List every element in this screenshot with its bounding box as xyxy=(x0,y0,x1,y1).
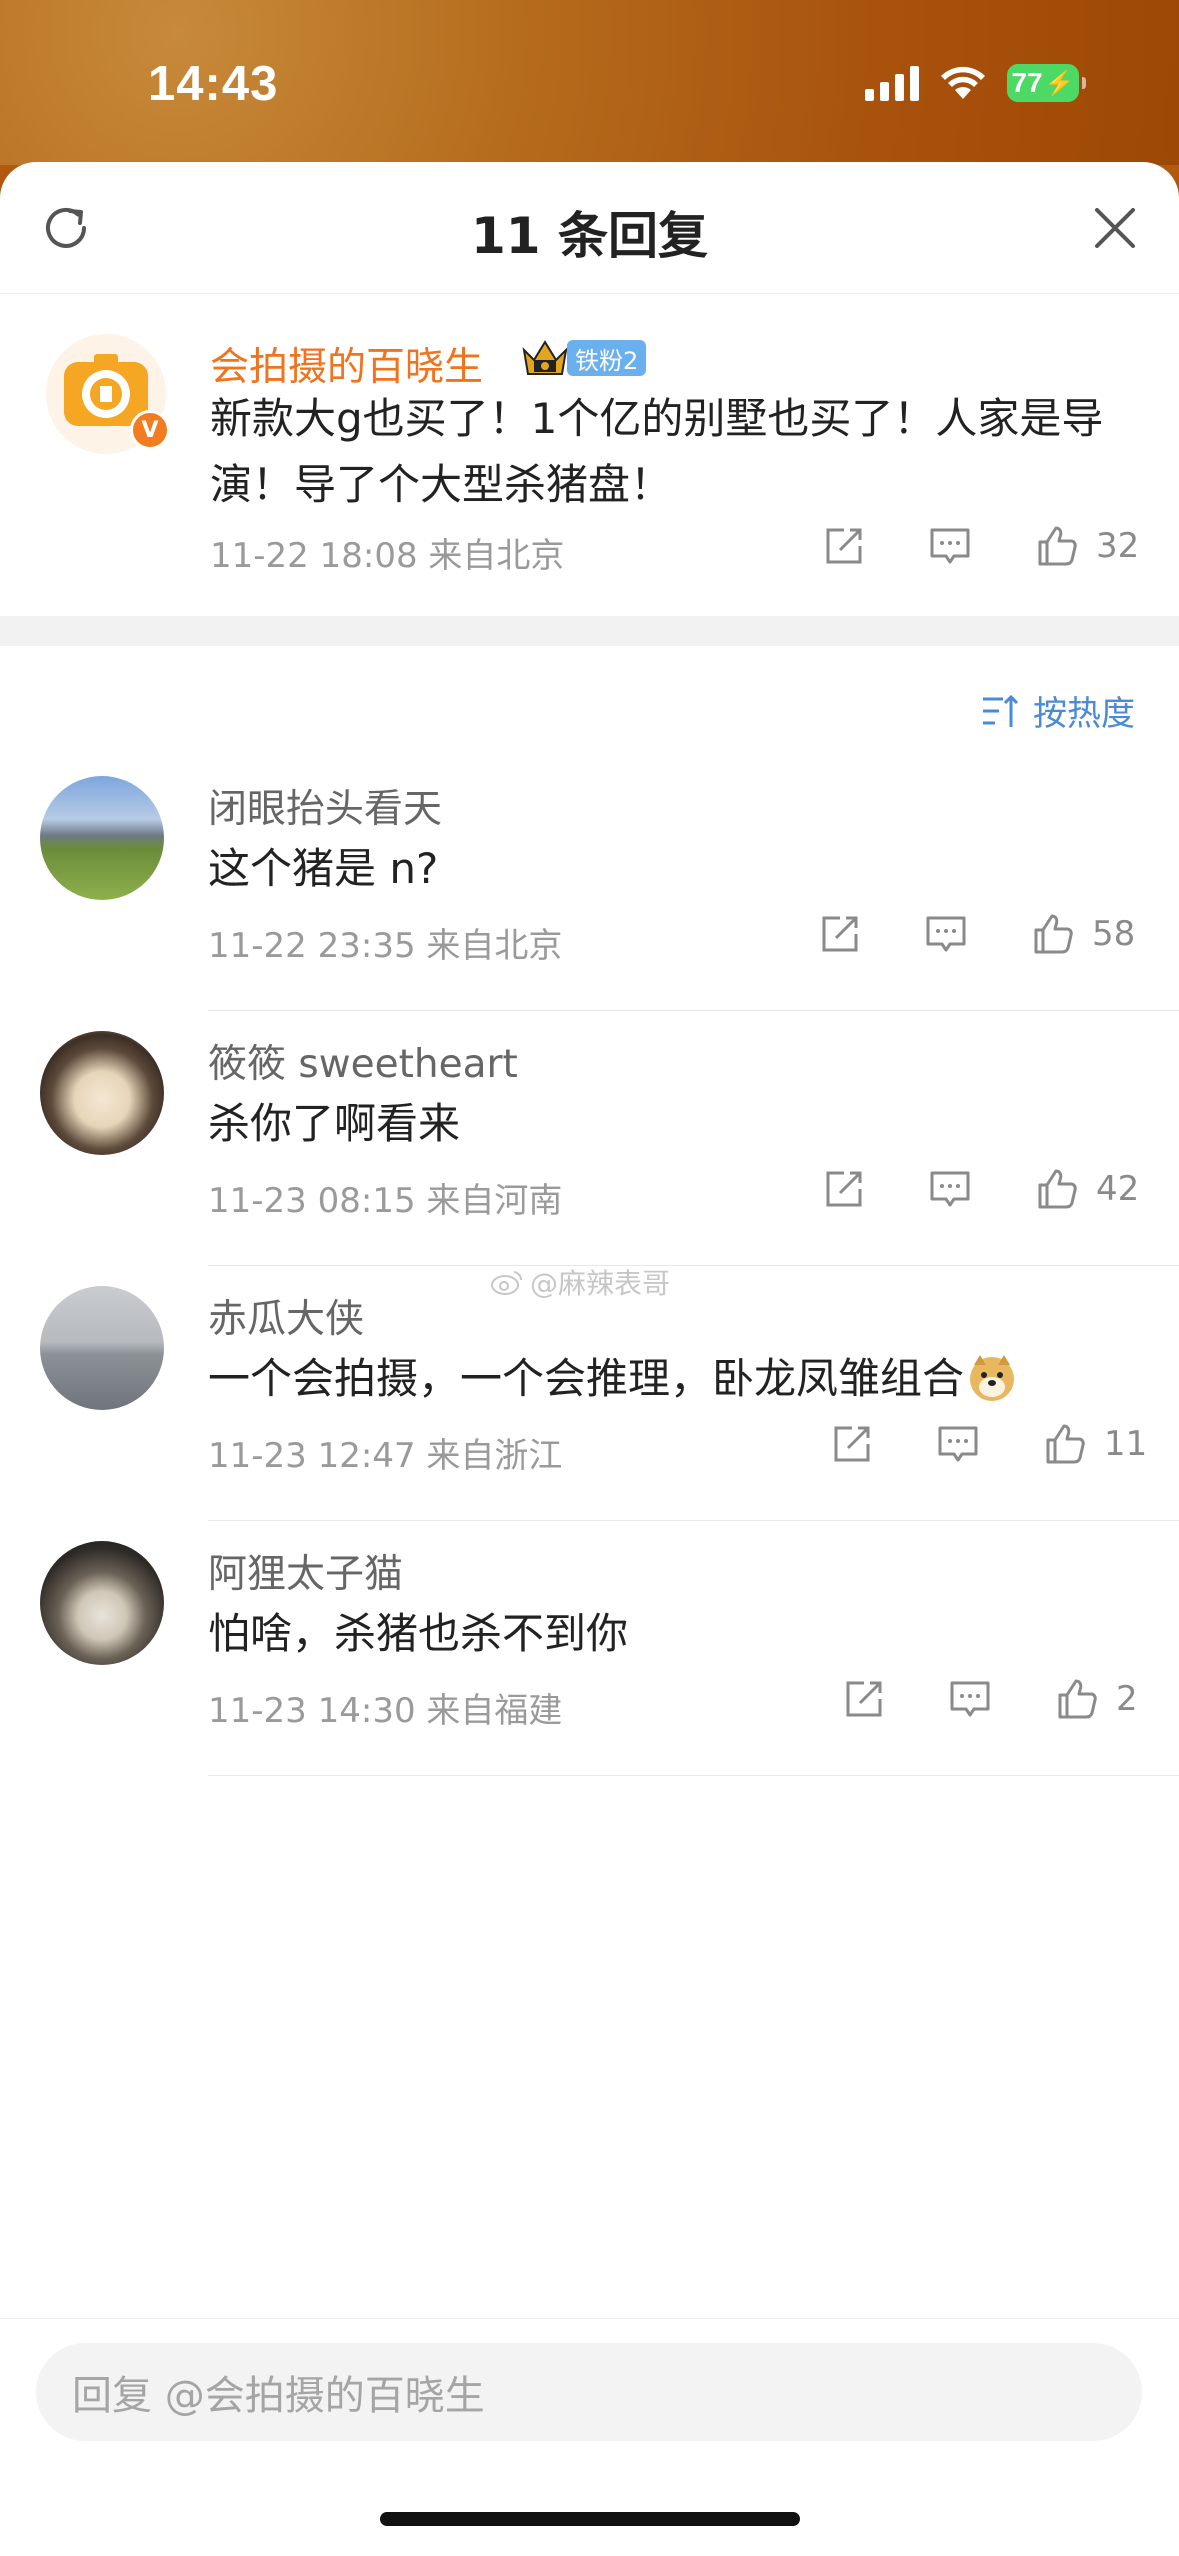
weibo-logo-icon xyxy=(491,1271,523,1295)
fan-badge: 铁粉2 xyxy=(567,340,647,376)
reply-actions: 42 xyxy=(822,1167,1139,1211)
comment-username[interactable]: 会拍摄的百晓生 xyxy=(210,336,483,392)
avatar[interactable] xyxy=(40,1286,164,1410)
comment-icon[interactable] xyxy=(948,1677,992,1721)
wifi-icon xyxy=(941,66,985,99)
like-count: 11 xyxy=(1104,1424,1148,1464)
reply-meta: 11-23 12:47 来自浙江 xyxy=(208,1436,563,1476)
status-icons: 77 ⚡ xyxy=(865,64,1086,102)
like-count: 2 xyxy=(1116,1679,1138,1719)
crown-icon xyxy=(522,340,568,375)
comment-icon[interactable] xyxy=(928,1167,972,1211)
reply-text: 怕啥，杀猪也杀不到你 xyxy=(208,1609,629,1658)
like-icon[interactable] xyxy=(1030,912,1074,956)
divider xyxy=(208,1775,1179,1776)
list-item: 赤瓜大侠 一个会拍摄，一个会推理，卧龙凤雏组合 11-23 12:47 来自浙江… xyxy=(0,1266,1179,1521)
battery-level: 77 xyxy=(1011,67,1043,98)
share-icon[interactable] xyxy=(822,1167,866,1211)
verified-badge-icon: V xyxy=(130,410,170,450)
replies-sheet: 11 条回复 V 会拍摄的百晓生 铁粉2 新款大g也买了！1个亿的别墅也买了！人… xyxy=(0,162,1179,2556)
reply-text: 这个猪是 n? xyxy=(208,844,439,893)
reply-username[interactable]: 筱筱 sweetheart xyxy=(208,1033,518,1089)
like-icon[interactable] xyxy=(1034,1167,1078,1211)
sort-icon xyxy=(983,694,1019,727)
comment-actions: 32 xyxy=(822,524,1139,568)
reply-text-content: 一个会拍摄，一个会推理，卧龙凤雏组合 xyxy=(208,1354,965,1403)
reply-text: 一个会拍摄，一个会推理，卧龙凤雏组合 xyxy=(208,1346,1148,1412)
reply-actions: 58 xyxy=(818,912,1135,956)
sheet-title: 11 条回复 xyxy=(471,207,708,265)
share-icon[interactable] xyxy=(822,524,866,568)
sheet-header: 11 条回复 xyxy=(0,162,1179,294)
sort-toggle[interactable]: 按热度 xyxy=(981,686,1135,735)
sort-label: 按热度 xyxy=(1033,694,1135,734)
section-divider xyxy=(0,616,1179,646)
charging-bolt-icon: ⚡ xyxy=(1044,69,1075,97)
reply-input[interactable]: 回复 @会拍摄的百晓生 xyxy=(36,2343,1142,2441)
reply-username[interactable]: 赤瓜大侠 xyxy=(208,1288,364,1344)
avatar[interactable] xyxy=(40,1541,164,1665)
status-bar: 14:43 77 ⚡ xyxy=(0,0,1179,165)
share-icon[interactable] xyxy=(842,1677,886,1721)
like-icon[interactable] xyxy=(1054,1677,1098,1721)
reply-meta: 11-23 08:15 来自河南 xyxy=(208,1181,563,1221)
reply-meta: 11-23 14:30 来自福建 xyxy=(208,1691,563,1731)
avatar[interactable] xyxy=(40,1031,164,1155)
comment-text: 新款大g也买了！1个亿的别墅也买了！人家是导演！导了个大型杀猪盘！ xyxy=(210,394,1104,509)
reply-username[interactable]: 阿狸太子猫 xyxy=(208,1543,403,1599)
like-count: 42 xyxy=(1096,1169,1140,1209)
watermark: @麻辣表哥 xyxy=(490,1262,670,1302)
like-count: 58 xyxy=(1092,914,1136,954)
close-icon[interactable] xyxy=(1091,204,1139,252)
home-indicator xyxy=(380,2512,800,2526)
battery-icon: 77 ⚡ xyxy=(1007,64,1086,102)
doge-emoji-icon xyxy=(970,1355,1015,1401)
like-icon[interactable] xyxy=(1034,524,1078,568)
like-icon[interactable] xyxy=(1042,1422,1086,1466)
comment-icon[interactable] xyxy=(936,1422,980,1466)
status-time: 14:43 xyxy=(148,57,279,111)
comment-icon[interactable] xyxy=(928,524,972,568)
main-comment: V 会拍摄的百晓生 铁粉2 新款大g也买了！1个亿的别墅也买了！人家是导演！导了… xyxy=(0,294,1179,616)
like-count: 32 xyxy=(1096,526,1140,566)
list-item: 闭眼抬头看天 这个猪是 n? 11-22 23:35 来自北京 58 xyxy=(0,756,1179,1011)
reply-actions: 2 xyxy=(842,1677,1138,1721)
reply-actions: 11 xyxy=(830,1422,1147,1466)
cellular-signal-icon xyxy=(865,65,919,101)
reply-text: 杀你了啊看来 xyxy=(208,1099,461,1148)
avatar[interactable] xyxy=(40,776,164,900)
comment-meta: 11-22 18:08 来自北京 xyxy=(210,536,565,576)
sort-row: 按热度 xyxy=(0,646,1179,756)
list-item: 阿狸太子猫 怕啥，杀猪也杀不到你 11-23 14:30 来自福建 2 xyxy=(0,1521,1179,1776)
reply-username[interactable]: 闭眼抬头看天 xyxy=(208,778,442,834)
share-icon[interactable] xyxy=(818,912,862,956)
watermark-text: @麻辣表哥 xyxy=(530,1267,671,1300)
list-item: 筱筱 sweetheart 杀你了啊看来 11-23 08:15 来自河南 42 xyxy=(0,1011,1179,1266)
reply-meta: 11-22 23:35 来自北京 xyxy=(208,926,563,966)
comment-icon[interactable] xyxy=(924,912,968,956)
share-icon[interactable] xyxy=(830,1422,874,1466)
